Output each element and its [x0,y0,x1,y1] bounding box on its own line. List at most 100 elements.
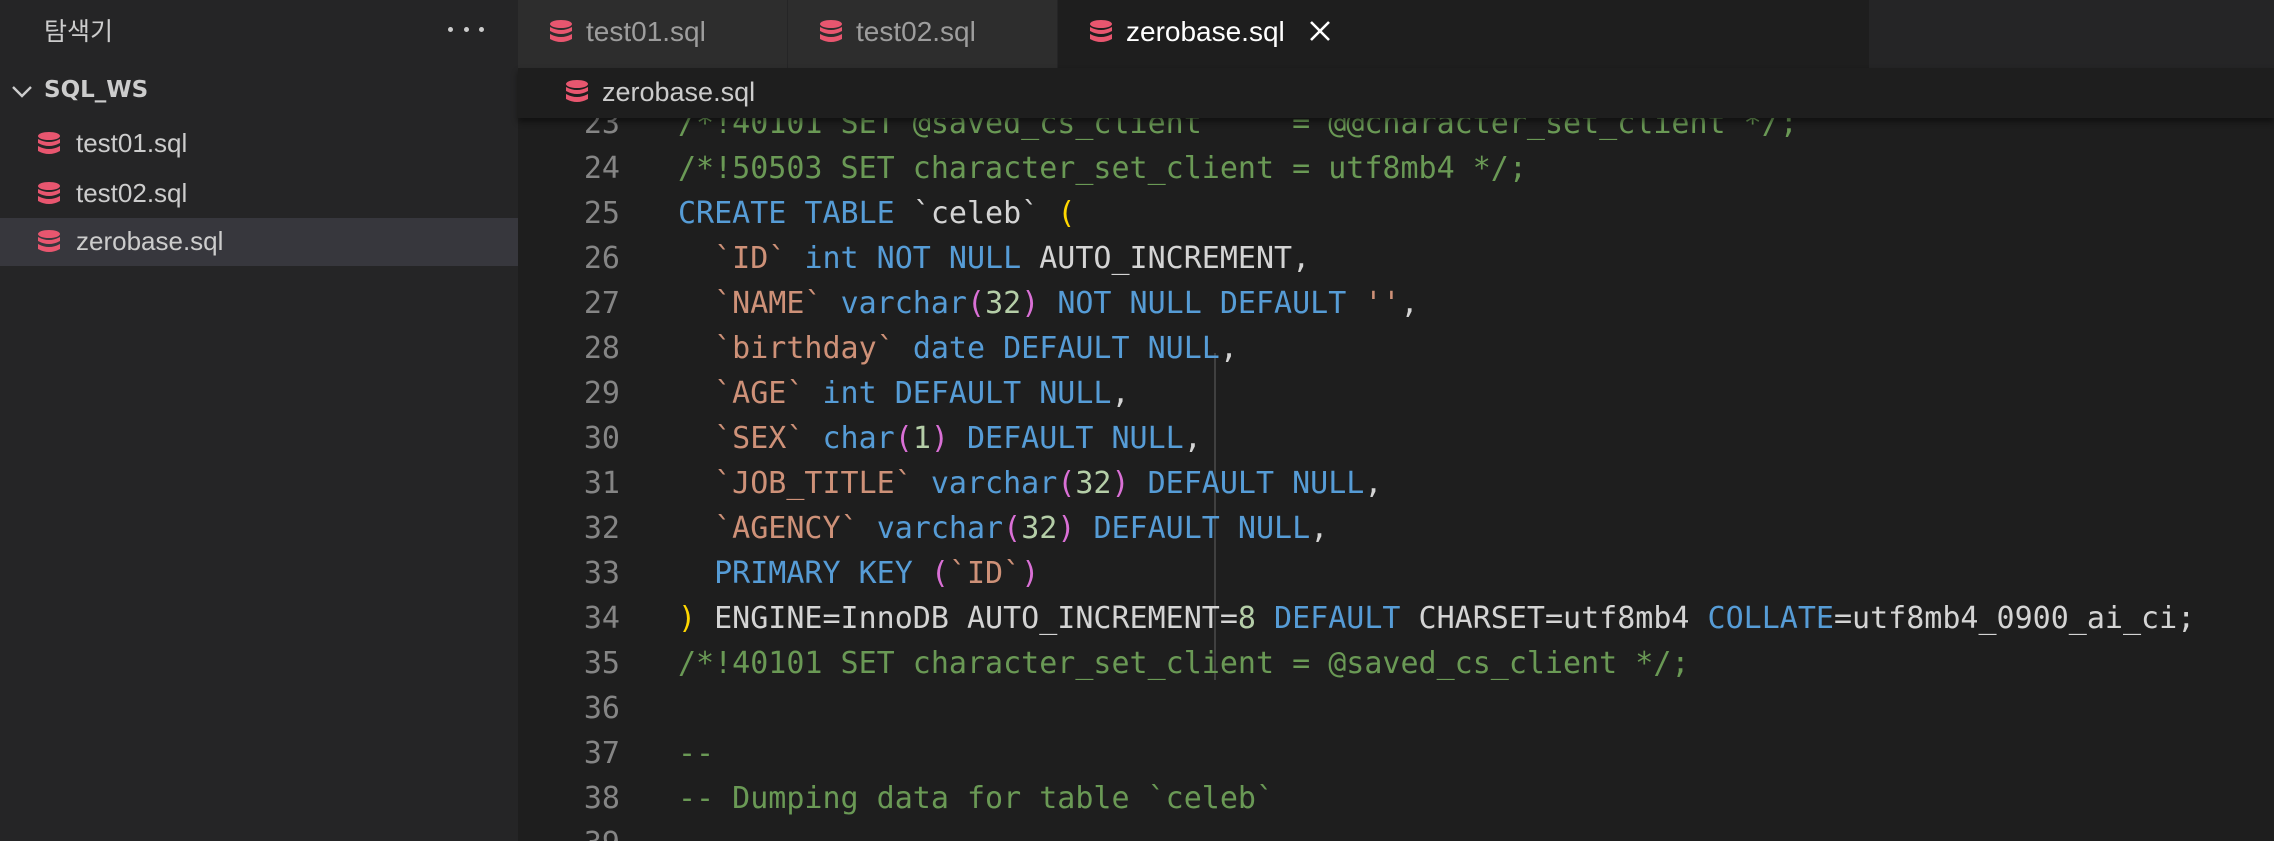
code-token: 1 [912,421,931,456]
code-token: varchar [876,511,1004,546]
code-token: `ID` [714,241,787,276]
folder-sql-ws[interactable]: SQL_WS [0,73,518,113]
tab-label: test02.sql [856,16,976,47]
code-token: DEFAULT NULL [1093,511,1311,546]
code-token: `birthday` [714,331,895,366]
code-token: `celeb` [912,196,1040,231]
code-token: , [1183,421,1202,456]
code-token: `ID` [948,556,1022,591]
line-code: /*!40101 SET character_set_client = @sav… [678,641,1689,686]
code-token: ) [1057,511,1076,546]
code-line[interactable]: 26 `ID` int NOT NULL AUTO_INCREMENT, [518,236,2274,281]
line-code: `NAME` varchar(32) NOT NULL DEFAULT '', [678,281,1418,326]
code-token: ( [1057,466,1076,501]
code-token: ) [1111,466,1130,501]
tab-zerobase[interactable]: zerobase.sql [1058,0,1870,68]
code-token: DEFAULT NULL [1147,466,1365,501]
line-number: 29 [583,376,620,411]
code-line[interactable]: 30 `SEX` char(1) DEFAULT NULL, [518,416,2274,461]
breadcrumb-file[interactable]: zerobase.sql [602,77,755,108]
code-token: `SEX` [714,421,805,456]
line-number: 31 [583,466,620,501]
code-token: NOT NULL DEFAULT [1057,286,1347,321]
code-token: , [1111,376,1130,411]
tab-test02[interactable]: test02.sql [788,0,1058,68]
line-number: 32 [583,511,620,546]
code-editor[interactable]: 23 /*!40101 SET @saved_cs_client = @@char… [518,118,2274,841]
code-token: DEFAULT [1274,601,1401,636]
file-label: test02.sql [76,178,188,208]
code-line[interactable]: 35 /*!40101 SET character_set_client = @s… [518,641,2274,686]
code-line[interactable]: 24 /*!50503 SET character_set_client = ut… [518,146,2274,191]
code-line[interactable]: 37 -- [518,731,2274,776]
code-token: , [1219,331,1238,366]
line-number: 26 [583,241,620,276]
code-line[interactable]: 28 `birthday` date DEFAULT NULL, [518,326,2274,371]
line-number: 28 [583,331,620,366]
line-number: 37 [583,736,620,771]
database-icon [38,132,60,154]
tab-test01[interactable]: test01.sql [518,0,788,68]
code-token: CREATE TABLE [678,196,913,231]
code-line[interactable]: 38 -- Dumping data for table `celeb` [518,776,2274,821]
more-actions-icon[interactable] [448,14,484,44]
code-line[interactable]: 27 `NAME` varchar(32) NOT NULL DEFAULT '… [518,281,2274,326]
code-line[interactable]: 29 `AGE` int DEFAULT NULL, [518,371,2274,416]
explorer-title: 탐색기 [44,17,114,46]
code-token: int DEFAULT NULL [822,376,1112,411]
code-token: int NOT NULL [804,241,1022,276]
explorer-file-test01[interactable]: test01.sql [0,120,518,168]
code-token: date DEFAULT NULL [912,331,1220,366]
line-code: `SEX` char(1) DEFAULT NULL, [678,416,1202,461]
tab-label: zerobase.sql [1126,16,1285,47]
explorer-header: 탐색기 [0,0,518,58]
code-line[interactable]: 34) ENGINE=InnoDB AUTO_INCREMENT=8 DEFAU… [518,596,2274,641]
code-token: PRIMARY KEY [714,556,913,591]
code-line[interactable]: 33 PRIMARY KEY (`ID`) [518,551,2274,596]
explorer-file-zerobase[interactable]: zerobase.sql [0,218,518,266]
editor-tab-bar: test01.sql test02.sql zerobase.sql [518,0,2274,68]
code-line[interactable]: 36 [518,686,2274,731]
line-number: 25 [583,196,620,231]
code-token: ( [1003,511,1022,546]
code-line[interactable]: 32 `AGENCY` varchar(32) DEFAULT NULL, [518,506,2274,551]
code-token: , [1364,466,1383,501]
explorer-file-test02[interactable]: test02.sql [0,170,518,218]
line-number: 23 [583,118,620,141]
code-line[interactable]: 25 CREATE TABLE `celeb` ( [518,191,2274,236]
close-icon[interactable] [1306,17,1334,45]
file-label: test01.sql [76,128,188,158]
line-code: /*!50503 SET character_set_client = utf8… [678,146,1527,191]
line-number: 39 [518,821,620,841]
code-line[interactable]: 39 -- [518,821,2274,841]
database-icon [38,230,60,252]
code-token: 8 [1237,601,1256,636]
line-code: `ID` int NOT NULL AUTO_INCREMENT, [678,236,1310,281]
line-code: `AGENCY` varchar(32) DEFAULT NULL, [678,506,1328,551]
code-line[interactable]: 31 `JOB_TITLE` varchar(32) DEFAULT NULL, [518,461,2274,506]
code-token: /*!40101 SET character_set_client = @sav… [678,646,1690,681]
line-number: 38 [583,781,620,816]
line-code: CREATE TABLE `celeb` ( [678,191,1075,236]
code-token: -- [678,826,714,841]
code-token: COLLATE [1707,601,1834,636]
database-icon [566,80,588,102]
code-token: /*!50503 SET character_set_client = utf8… [678,151,1527,186]
code-line[interactable]: 23 /*!40101 SET @saved_cs_client = @@char… [518,118,2274,146]
line-number: 27 [583,286,620,321]
